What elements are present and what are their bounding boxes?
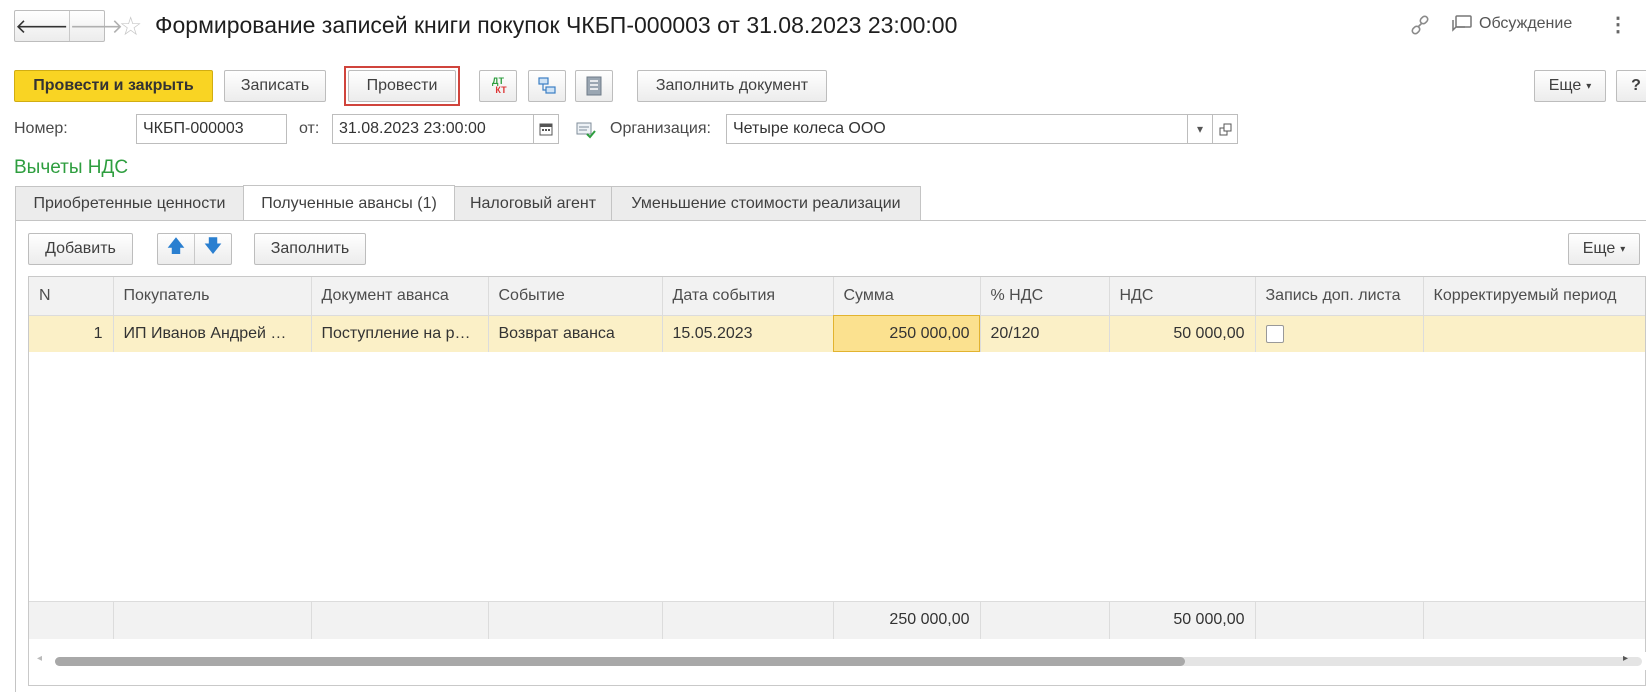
cell-n[interactable]: 1 [29,315,114,352]
forward-arrow-icon[interactable]: 🡒 [68,11,123,41]
structure-button[interactable] [528,70,566,102]
scroll-right-icon[interactable]: ▸ [1623,653,1628,664]
col-header-corrected-period[interactable]: Корректируемый период [1423,277,1645,316]
date-field[interactable]: 31.08.2023 23:00:00 [332,114,534,144]
tab-acquired-values[interactable]: Приобретенные ценности [15,186,244,221]
save-button[interactable]: Записать [224,70,326,102]
dt-kt-button[interactable]: ДТ КТ [479,70,517,102]
tab-cost-reduction[interactable]: Уменьшение стоимости реализации [611,186,921,221]
empty-area [29,352,1645,601]
discussion-icon [1452,15,1472,32]
post-button[interactable]: Провести [348,70,456,102]
number-field[interactable]: ЧКБП-000003 [136,114,287,144]
save-label: Записать [240,77,310,94]
dropdown-arrow-icon: ▾ [1586,80,1592,92]
col-header-advance-doc[interactable]: Документ аванса [311,277,489,316]
cell-event-date[interactable]: 15.05.2023 [662,315,834,352]
link-icon[interactable] [1409,14,1431,36]
move-down-icon[interactable]: 🡇 [194,234,231,264]
favorite-star-icon[interactable]: ☆ [119,11,142,42]
dropdown-arrow-icon: ▾ [1620,243,1626,255]
discussion-label: Обсуждение [1479,15,1573,32]
fill-button[interactable]: Заполнить [254,233,366,265]
total-vat: 50 000,00 [1109,600,1256,639]
col-header-buyer[interactable]: Покупатель [113,277,312,316]
fill-document-button[interactable]: Заполнить документ [637,70,827,102]
date-label: от: [299,120,320,137]
add-label: Добавить [45,240,116,257]
organization-field[interactable]: Четыре колеса ООО [726,114,1188,144]
help-button[interactable]: ? [1616,70,1646,102]
tab-received-advances[interactable]: Полученные авансы (1) [243,185,455,222]
post-and-close-label: Провести и закрыть [33,77,194,94]
nav-buttons: 🡐 🡒 [14,10,123,42]
table-row[interactable]: 1 ИП Иванов Андрей … Поступление на р… В… [29,315,1645,352]
structure-icon [538,77,556,94]
report-button[interactable] [575,70,613,102]
help-label: ? [1631,77,1641,94]
calendar-icon[interactable] [533,114,559,144]
document-list-icon [586,76,602,96]
scroll-left-icon[interactable]: ◂ [37,653,42,664]
advances-table-container: N Покупатель Документ аванса Событие Дат… [28,276,1646,686]
post-and-close-button[interactable]: Провести и закрыть [14,70,213,102]
number-label: Номер: [14,120,68,137]
dt-kt-icon: ДТ КТ [492,76,507,95]
post-label: Провести [366,77,438,94]
cell-vat[interactable]: 50 000,00 [1109,315,1256,352]
total-sum: 250 000,00 [833,600,981,639]
table-header-row: N Покупатель Документ аванса Событие Дат… [29,277,1645,316]
scrollbar-thumb[interactable] [55,657,1185,666]
document-status-icon [576,121,596,144]
tab-tax-agent[interactable]: Налоговый агент [454,186,612,221]
organization-open-icon[interactable] [1212,114,1238,144]
cell-advance-doc[interactable]: Поступление на р… [311,315,489,352]
col-header-extra-sheet[interactable]: Запись доп. листа [1255,277,1424,316]
cell-buyer[interactable]: ИП Иванов Андрей … [113,315,312,352]
cell-event[interactable]: Возврат аванса [488,315,663,352]
table-more-label: Еще [1582,240,1616,257]
section-title: Вычеты НДС [14,157,129,178]
more-button[interactable]: Еще ▾ [1534,70,1606,102]
cell-corrected-period[interactable] [1423,315,1645,352]
col-header-vat[interactable]: НДС [1109,277,1256,316]
organization-label: Организация: [610,120,711,137]
col-header-n[interactable]: N [29,277,114,316]
extra-sheet-checkbox[interactable] [1265,324,1284,343]
col-header-vat-rate[interactable]: % НДС [980,277,1110,316]
page-title: Формирование записей книги покупок ЧКБП-… [155,12,958,38]
totals-row: 250 000,00 50 000,00 [29,600,1645,639]
col-header-event[interactable]: Событие [488,277,663,316]
more-label: Еще [1548,77,1582,94]
cell-extra-sheet [1255,315,1424,352]
more-vertical-icon[interactable]: ⋮ [1608,12,1628,37]
col-header-event-date[interactable]: Дата события [662,277,834,316]
organization-dropdown-icon[interactable]: ▾ [1187,114,1213,144]
fill-document-label: Заполнить документ [655,77,809,94]
discussion-button[interactable]: Обсуждение [1451,14,1572,34]
cell-vat-rate[interactable]: 20/120 [980,315,1110,352]
col-header-sum[interactable]: Сумма [833,277,981,316]
move-up-icon[interactable]: 🡅 [158,234,194,264]
cell-sum[interactable]: 250 000,00 [833,315,981,352]
fill-label: Заполнить [270,240,350,257]
back-arrow-icon[interactable]: 🡐 [15,11,69,41]
horizontal-scrollbar[interactable]: ◂ ▸ [29,652,1646,670]
table-more-button[interactable]: Еще ▾ [1568,233,1640,265]
add-button[interactable]: Добавить [28,233,133,265]
move-buttons: 🡅 🡇 [157,233,232,265]
advances-table: N Покупатель Документ аванса Событие Дат… [29,277,1645,639]
